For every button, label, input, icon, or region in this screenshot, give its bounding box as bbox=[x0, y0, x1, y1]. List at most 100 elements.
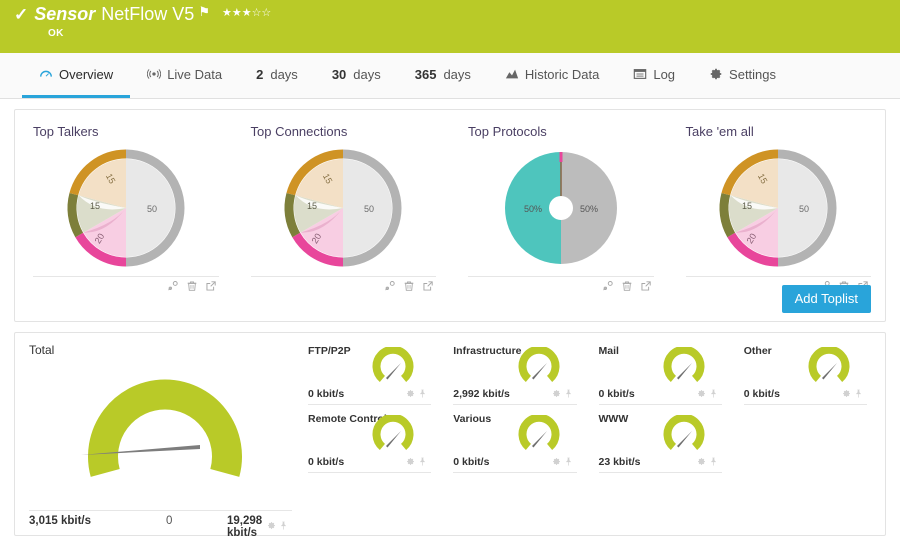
channel-other: Other 0 kbit/s bbox=[736, 341, 875, 409]
status-badge: OK bbox=[48, 28, 64, 39]
settings-icon[interactable] bbox=[384, 280, 396, 292]
open-external-icon[interactable] bbox=[422, 280, 434, 292]
gear-icon[interactable] bbox=[552, 385, 561, 403]
settings-icon[interactable] bbox=[384, 280, 396, 292]
channel-icons bbox=[697, 385, 718, 403]
total-value: 3,015 kbit/s bbox=[29, 515, 92, 527]
pie-label: 50 bbox=[799, 204, 809, 214]
tab-days-2[interactable]: 2 days bbox=[239, 53, 315, 98]
gear-icon[interactable] bbox=[842, 385, 851, 403]
pin-icon bbox=[420, 457, 425, 466]
toplist-chart[interactable]: 50% 50% bbox=[468, 142, 654, 274]
open-external-icon[interactable] bbox=[205, 280, 217, 292]
delete-icon[interactable] bbox=[403, 280, 415, 292]
total-label: Total bbox=[29, 343, 55, 357]
gear-icon bbox=[407, 458, 415, 465]
tab-label: Overview bbox=[59, 66, 114, 82]
tab-live-data[interactable]: Live Data bbox=[130, 53, 239, 98]
gear-icon[interactable] bbox=[697, 385, 706, 403]
gear-icon bbox=[843, 390, 850, 397]
gauge-icon bbox=[39, 67, 53, 81]
toplist-chart[interactable]: 50 20 15 15 bbox=[686, 142, 872, 274]
tab-days-30[interactable]: 30 days bbox=[315, 53, 398, 98]
delete-icon[interactable] bbox=[186, 280, 198, 292]
pin-icon[interactable] bbox=[709, 385, 718, 403]
channel-value: 0 kbit/s bbox=[308, 388, 345, 400]
pin-icon[interactable] bbox=[418, 385, 427, 403]
gauge-icon bbox=[40, 70, 52, 77]
donut-chart: 50% 50% bbox=[504, 152, 617, 264]
tab-number: 30 bbox=[331, 66, 347, 82]
channel-label: WWW bbox=[598, 413, 629, 425]
settings-icon[interactable] bbox=[167, 280, 179, 292]
channel-value: 0 kbit/s bbox=[743, 388, 780, 400]
pie-chart: 50 20 15 15 bbox=[67, 149, 185, 267]
settings-icon[interactable] bbox=[602, 280, 614, 292]
tab-days-365[interactable]: 365 days bbox=[398, 53, 488, 98]
gear-icon[interactable] bbox=[697, 453, 706, 471]
channel-infrastructure: Infrastructure 2,992 kbit/s bbox=[445, 341, 584, 409]
pin-icon[interactable] bbox=[709, 453, 718, 471]
pin-icon[interactable] bbox=[854, 385, 863, 403]
pin-icon bbox=[565, 457, 571, 466]
pin-icon[interactable] bbox=[564, 453, 573, 471]
page-header: ✓ Sensor NetFlow V5 ⚑ ★★★☆☆ OK bbox=[0, 0, 900, 53]
sensor-name: NetFlow V5 bbox=[101, 4, 195, 24]
settings-icon[interactable] bbox=[602, 280, 614, 292]
channel-label: FTP/P2P bbox=[308, 345, 351, 357]
channel-icons bbox=[697, 453, 718, 471]
gear-icon bbox=[697, 390, 705, 397]
open-external-icon[interactable] bbox=[422, 280, 434, 292]
open-external-icon[interactable] bbox=[205, 280, 217, 292]
flag-icon[interactable]: ⚑ bbox=[198, 4, 210, 20]
divider bbox=[598, 404, 722, 405]
add-toplist-button[interactable]: Add Toplist bbox=[781, 285, 871, 313]
open-external-icon[interactable] bbox=[640, 280, 652, 292]
gear-icon[interactable] bbox=[552, 453, 561, 471]
gear-icon[interactable] bbox=[267, 521, 276, 530]
pin-icon[interactable] bbox=[279, 521, 288, 530]
delete-icon[interactable] bbox=[186, 280, 198, 292]
tab-log[interactable]: Log bbox=[616, 53, 692, 98]
chart-icon bbox=[505, 67, 519, 81]
priority-stars[interactable]: ★★★☆☆ bbox=[222, 6, 271, 19]
gear-icon bbox=[710, 68, 722, 80]
tab-settings[interactable]: Settings bbox=[692, 53, 793, 98]
gear-icon[interactable] bbox=[406, 453, 415, 471]
channel-value: 23 kbit/s bbox=[598, 456, 641, 468]
divider bbox=[453, 472, 577, 473]
delete-icon[interactable] bbox=[621, 280, 633, 292]
toplist-tools bbox=[33, 276, 219, 292]
channel-icons bbox=[406, 453, 427, 471]
divider bbox=[598, 472, 722, 473]
tab-overview[interactable]: Overview bbox=[22, 53, 131, 98]
channel-value: 0 kbit/s bbox=[598, 388, 635, 400]
pin-icon bbox=[856, 389, 861, 398]
gear-icon[interactable] bbox=[406, 385, 415, 403]
settings-icon[interactable] bbox=[167, 280, 179, 292]
tab-historic-data[interactable]: Historic Data bbox=[488, 53, 616, 98]
toplist-tools bbox=[250, 276, 436, 292]
open-external-icon[interactable] bbox=[640, 280, 652, 292]
channel-value: 0 kbit/s bbox=[453, 456, 490, 468]
pie-label: 50% bbox=[580, 204, 598, 214]
toplist-title: Top Talkers bbox=[33, 124, 99, 139]
toplist-row: Top Talkers 50 20 15 15 Top Connections bbox=[15, 118, 885, 321]
tab-label: Live Data bbox=[167, 66, 223, 82]
channel-icons bbox=[552, 385, 573, 403]
log-icon bbox=[633, 67, 647, 81]
pin-icon[interactable] bbox=[564, 385, 573, 403]
toplist-chart[interactable]: 50 20 15 15 bbox=[33, 142, 219, 274]
gear-icon bbox=[407, 390, 415, 397]
channel-icons bbox=[842, 385, 863, 403]
toplist-top-protocols: Top Protocols 50% 50% bbox=[450, 118, 668, 321]
delete-icon[interactable] bbox=[621, 280, 633, 292]
check-icon: ✓ bbox=[14, 5, 29, 24]
delete-icon[interactable] bbox=[403, 280, 415, 292]
pin-icon bbox=[565, 389, 571, 398]
toplist-top-connections: Top Connections 50 20 15 15 bbox=[233, 118, 451, 321]
total-icons bbox=[267, 521, 288, 530]
pin-icon[interactable] bbox=[418, 453, 427, 471]
toplist-chart[interactable]: 50 20 15 15 bbox=[251, 142, 437, 274]
toplist-title: Take 'em all bbox=[685, 124, 754, 139]
